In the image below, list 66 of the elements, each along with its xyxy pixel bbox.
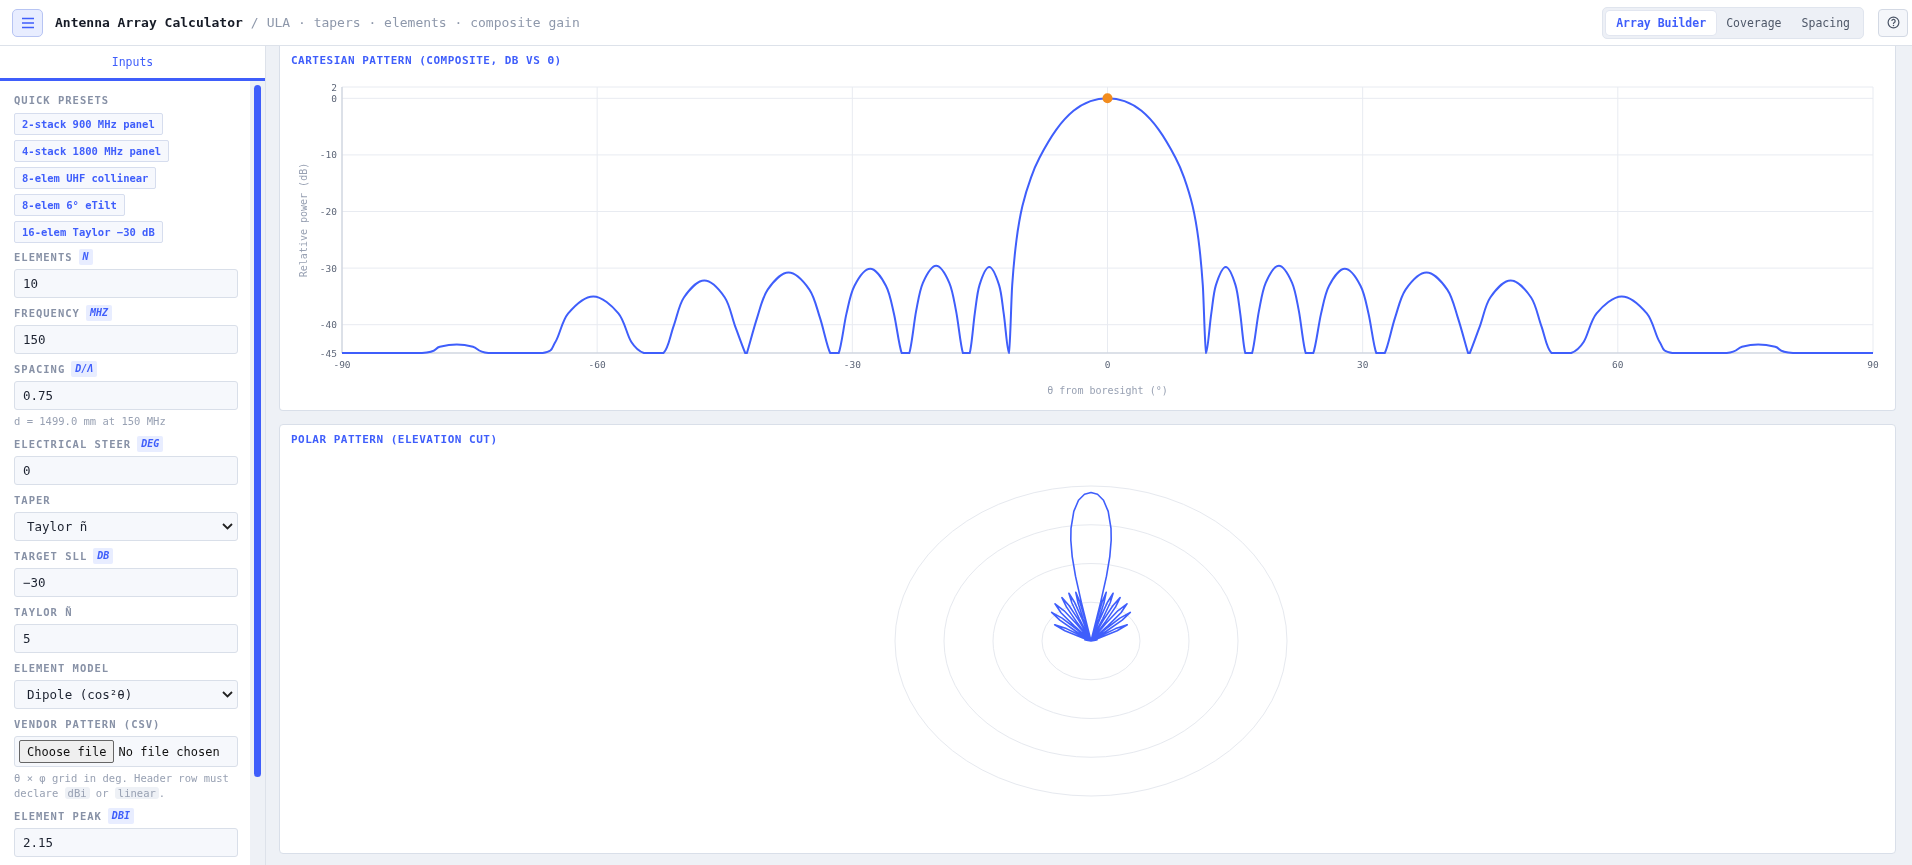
input-field[interactable]: 150	[14, 325, 238, 354]
preset-button[interactable]: 16-elem Taylor −30 dB	[14, 221, 163, 243]
x-tick-label: 0	[1104, 359, 1111, 370]
chart-title: CARTESIAN PATTERN (COMPOSITE, DB VS Θ)	[290, 53, 563, 69]
input-field[interactable]: 0	[14, 456, 238, 485]
x-tick-label: 90	[1867, 359, 1879, 370]
field-label: ELECTRICAL STEER	[14, 437, 132, 451]
help-icon	[1886, 16, 1900, 29]
x-tick-label: -60	[588, 359, 606, 370]
y-tick-label: 0	[331, 92, 337, 104]
field-label: SPACING	[14, 362, 66, 376]
help-button[interactable]	[1878, 8, 1908, 37]
y-tick-label: -45	[319, 347, 337, 359]
select-field[interactable]: Dipole (cos²θ)	[14, 680, 238, 709]
input-field[interactable]: 0.75	[14, 381, 238, 410]
y-axis-label: Relative power (dB)	[298, 162, 309, 278]
field-label: VENDOR PATTERN (CSV)	[14, 717, 161, 731]
unit-badge: D/Λ	[71, 361, 98, 377]
field-label: ELEMENT MODEL	[14, 661, 110, 675]
input-field[interactable]: 2.15	[14, 828, 238, 857]
preset-button[interactable]: 8-elem UHF collinear	[14, 167, 157, 189]
input-field[interactable]: 5	[14, 624, 238, 653]
field-label: TAPER	[14, 493, 51, 507]
y-tick-label: -30	[319, 262, 337, 274]
preset-button[interactable]: 2-stack 900 MHz panel	[14, 113, 163, 135]
field-label: TAYLOR Ñ	[14, 605, 73, 619]
chevron-down-icon	[222, 691, 233, 698]
x-tick-label: 60	[1612, 359, 1624, 370]
x-tick-label: 30	[1356, 359, 1369, 370]
y-tick-label: -40	[319, 319, 337, 331]
chevron-down-icon	[222, 523, 233, 530]
view-tab[interactable]: Coverage	[1716, 10, 1792, 35]
y-tick-label: 2	[331, 81, 337, 93]
scrollbar-thumb[interactable]	[254, 85, 261, 777]
preset-button[interactable]: 4-stack 1800 MHz panel	[14, 140, 170, 162]
unit-badge: N	[78, 249, 93, 265]
title-separator: /	[250, 15, 259, 30]
field-label: FREQUENCY	[14, 306, 80, 320]
field-label: ELEMENT PEAK	[14, 809, 102, 823]
app-subtitle: ULA · tapers · elements · composite gain	[266, 15, 580, 30]
section-label: QUICK PRESETS	[14, 93, 111, 107]
unit-badge: MHZ	[85, 305, 112, 321]
file-status: No file chosen	[118, 744, 220, 759]
x-tick-label: -30	[843, 359, 861, 370]
unit-badge: DB	[93, 548, 114, 564]
view-tab[interactable]: Spacing	[1791, 10, 1860, 35]
view-tab[interactable]: Array Builder	[1606, 10, 1717, 35]
select-field[interactable]: Taylor ñ	[14, 512, 238, 541]
choose-file-button[interactable]: Choose file	[19, 740, 115, 763]
unit-badge: DBI	[107, 808, 134, 824]
input-field[interactable]: −30	[14, 568, 238, 597]
field-label: TARGET SLL	[14, 549, 88, 563]
chart-title: POLAR PATTERN (ELEVATION CUT)	[290, 432, 499, 448]
preset-button[interactable]: 8-elem 6° eTilt	[14, 194, 125, 216]
app-title: Antenna Array Calculator	[55, 15, 243, 30]
field-hint: d = 1499.0 mm at 150 MHz	[14, 414, 167, 429]
y-tick-label: -10	[319, 149, 337, 161]
field-hint: θ × φ grid in deg. Header row must declare dBi or linear .	[14, 771, 230, 801]
field-label: ELEMENTS	[14, 250, 73, 264]
y-tick-label: -20	[319, 206, 337, 217]
x-axis-label: θ from boresight (°)	[1047, 385, 1168, 396]
input-field[interactable]: 10	[14, 269, 238, 298]
unit-badge: DEG	[137, 436, 164, 452]
x-tick-label: -90	[333, 359, 351, 370]
menu-button[interactable]	[12, 8, 43, 37]
menu-icon	[20, 16, 35, 29]
